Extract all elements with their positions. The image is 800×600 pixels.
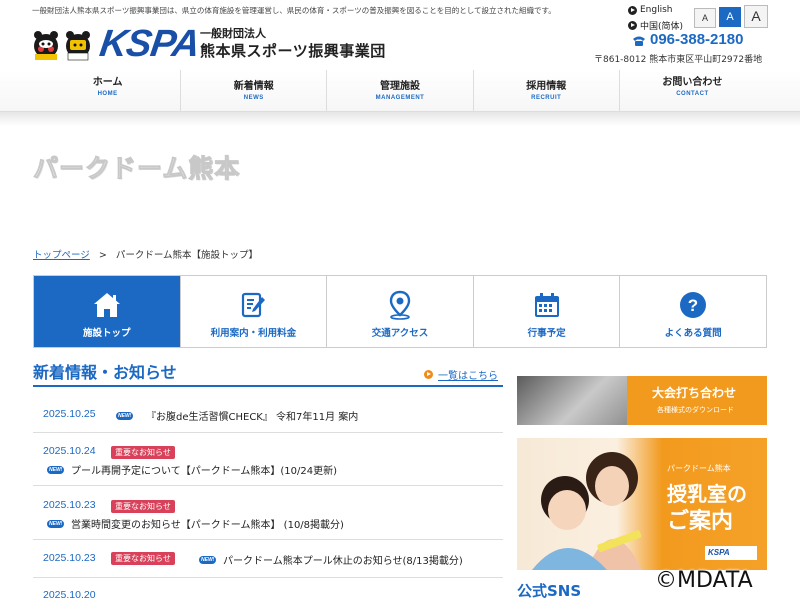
- site-tagline: 一般財団法人熊本県スポーツ振興事業団は、県立の体育施設を管理運営し、県民の体育・…: [32, 6, 556, 15]
- org-type: 一般財団法人: [200, 27, 266, 40]
- copyright-watermark: ©MDATA: [655, 568, 753, 593]
- phone-icon: [633, 36, 645, 46]
- tab-faq[interactable]: ? よくある質問: [620, 276, 766, 347]
- address: 〒861-8012 熊本市東区平山町2972番地: [594, 55, 763, 65]
- news-title: パークドーム熊本プール休止のお知らせ(8/13掲載分): [223, 556, 463, 567]
- mother-child-photo: [532, 452, 642, 570]
- new-icon: NEW!: [116, 412, 134, 420]
- facility-tabs: 施設トップ 利用案内・利用料金 交通アクセス 行事予定 ? よくある質問: [33, 275, 767, 348]
- nav-label: お問い合わせ: [662, 77, 723, 88]
- nav-news[interactable]: 新着情報 NEWS: [181, 70, 328, 111]
- nav-recruit[interactable]: 採用情報 RECRUIT: [474, 70, 620, 111]
- banner-title-line2: ご案内: [667, 509, 734, 534]
- tab-label: 交通アクセス: [371, 328, 429, 339]
- question-icon: ?: [680, 292, 707, 318]
- page-title: パークドーム熊本: [32, 154, 241, 184]
- breadcrumb-current: パークドーム熊本【施設トップ】: [115, 250, 259, 261]
- home-icon: [93, 293, 120, 317]
- news-title: 『お腹de生活習慣CHECK』 令和7年11月 案内: [146, 412, 359, 423]
- banner-brand: パークドーム熊本: [667, 464, 731, 473]
- map-pin-icon: [389, 290, 411, 320]
- breadcrumb-separator: >: [98, 250, 107, 261]
- news-date: 2025.10.23: [43, 499, 96, 511]
- nav-label: ホーム: [92, 77, 123, 88]
- nursing-room-banner[interactable]: パークドーム熊本 授乳室の ご案内 KSPA: [517, 438, 767, 570]
- arrow-circle-icon: [424, 370, 433, 379]
- org-name: 熊本県スポーツ振興事業団: [200, 42, 386, 60]
- news-more-link[interactable]: 一覧はこちら: [424, 367, 498, 382]
- news-item[interactable]: 2025.10.23 重要なお知らせ NEW! パークドーム熊本プール休止のお知…: [33, 540, 503, 578]
- lang-english-link[interactable]: English: [628, 5, 673, 15]
- news-date: 2025.10.23: [43, 552, 96, 564]
- new-icon: NEW!: [47, 466, 65, 474]
- news-date: 2025.10.20: [43, 589, 96, 600]
- calendar-icon: [534, 293, 559, 317]
- edit-icon: [242, 292, 266, 318]
- nav-sub-label: RECRUIT: [531, 95, 562, 101]
- tournament-banner[interactable]: 大会打ち合わせ 各種様式のダウンロード: [517, 376, 767, 425]
- kspa-mini-logo: KSPA: [705, 546, 757, 560]
- nav-sub-label: HOME: [97, 91, 118, 97]
- keyboard-photo: [517, 376, 635, 425]
- mascot-logos: [34, 31, 90, 61]
- kspa-logo[interactable]: KSPA: [97, 23, 202, 65]
- nav-label: 採用情報: [526, 81, 567, 92]
- news-title: プール再開予定について【パークドーム熊本】(10/24更新): [71, 466, 338, 477]
- important-badge: 重要なお知らせ: [111, 500, 175, 513]
- banner-title-line1: 授乳室の: [667, 482, 747, 506]
- banner-title: 大会打ち合わせ: [652, 386, 737, 400]
- nav-management[interactable]: 管理施設 MANAGEMENT: [327, 70, 474, 111]
- nav-sub-label: CONTACT: [676, 91, 709, 97]
- sns-heading: 公式SNS: [517, 582, 582, 600]
- font-size-medium-button[interactable]: A: [719, 7, 741, 27]
- news-divider: [33, 385, 503, 387]
- arrow-circle-icon: [628, 5, 637, 15]
- news-date: 2025.10.24: [43, 445, 96, 457]
- important-badge: 重要なお知らせ: [111, 446, 175, 459]
- nav-home[interactable]: ホーム HOME: [35, 70, 182, 111]
- news-item[interactable]: 2025.10.20: [33, 578, 503, 600]
- news-date: 2025.10.25: [43, 408, 96, 420]
- news-item[interactable]: 2025.10.23 重要なお知らせ NEW! 営業時間変更のお知らせ【パークド…: [33, 486, 503, 540]
- news-item[interactable]: 2025.10.24 重要なお知らせ NEW! プール再開予定について【パークド…: [33, 433, 503, 486]
- breadcrumb: トップページ > パークドーム熊本【施設トップ】: [33, 247, 258, 261]
- svg-text:?: ?: [688, 296, 698, 315]
- news-heading: 新着情報・お知らせ: [33, 363, 177, 382]
- global-nav: ホーム HOME 新着情報 NEWS 管理施設 MANAGEMENT 採用情報 …: [0, 70, 800, 112]
- tab-facility-top[interactable]: 施設トップ: [34, 276, 181, 347]
- phone-number[interactable]: 096-388-2180: [632, 32, 743, 48]
- tab-event-schedule[interactable]: 行事予定: [473, 276, 621, 347]
- lang-english-label: English: [640, 5, 673, 15]
- new-icon: NEW!: [47, 520, 65, 528]
- nav-sub-label: NEWS: [243, 95, 264, 101]
- nav-shadow: [0, 112, 800, 126]
- arrow-circle-icon: [628, 21, 637, 30]
- nav-contact[interactable]: お問い合わせ CONTACT: [620, 70, 765, 111]
- nav-sub-label: MANAGEMENT: [375, 95, 425, 101]
- banner-subtitle: 各種様式のダウンロード: [657, 406, 734, 414]
- nav-label: 新着情報: [233, 81, 274, 92]
- news-more-label: 一覧はこちら: [438, 371, 498, 382]
- tab-label: 行事予定: [527, 328, 566, 339]
- news-item[interactable]: 2025.10.25 NEW! 『お腹de生活習慣CHECK』 令和7年11月 …: [33, 395, 503, 433]
- tab-usage-fees[interactable]: 利用案内・利用料金: [180, 276, 328, 347]
- new-icon: NEW!: [199, 556, 217, 564]
- nav-label: 管理施設: [380, 81, 420, 92]
- tab-label: 施設トップ: [83, 328, 131, 339]
- important-badge: 重要なお知らせ: [111, 552, 175, 565]
- news-title: 営業時間変更のお知らせ【パークドーム熊本】 (10/8掲載分): [71, 520, 344, 531]
- tab-access[interactable]: 交通アクセス: [327, 276, 474, 347]
- tab-label: 利用案内・利用料金: [210, 328, 297, 339]
- breadcrumb-home-link[interactable]: トップページ: [33, 250, 90, 261]
- font-size-small-button[interactable]: A: [694, 8, 716, 28]
- font-size-large-button[interactable]: A: [744, 5, 768, 28]
- phone-label: 096-388-2180: [650, 31, 744, 48]
- tab-label: よくある質問: [664, 328, 722, 339]
